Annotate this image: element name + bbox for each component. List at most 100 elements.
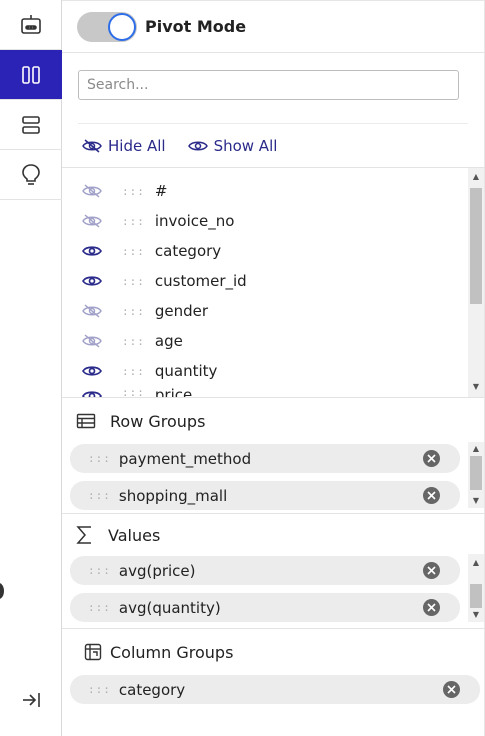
column-name: category [154,242,222,260]
drag-handle-icon[interactable]: ::: [122,365,145,378]
hide-all-button[interactable]: Hide All [82,137,166,155]
rows-icon [22,115,40,134]
drag-handle-icon[interactable]: ::: [122,335,145,348]
row-group-chip[interactable]: ::: payment_method [70,444,460,473]
search-wrap [62,53,484,123]
eye-slash-icon [82,138,102,153]
column-groups-title: Column Groups [110,642,234,662]
drag-handle-icon[interactable]: ::: [88,601,111,614]
remove-icon[interactable] [423,450,440,467]
scroll-up-arrow[interactable]: ▲ [468,556,484,570]
row-groups-section: Row Groups ::: payment_method ::: shoppi… [62,397,484,513]
chip-label: avg(quantity) [118,598,221,617]
drag-handle-icon[interactable]: ::: [122,185,145,198]
column-item[interactable]: ::: age [62,326,484,356]
visibility-bar: Hide All Show All [78,123,468,167]
show-all-button[interactable]: Show All [187,136,278,155]
rail-button-robot[interactable] [0,0,62,50]
drag-handle-icon[interactable]: ::: [88,683,111,696]
columns-tool-panel: Pivot Mode Hide All Show All :::#:::invo… [62,0,485,736]
column-item[interactable]: ::: category [62,236,484,266]
remove-icon[interactable] [423,487,440,504]
eye-slash-icon[interactable] [82,211,102,231]
column-name: customer_id [154,272,247,290]
sigma-icon [76,526,91,544]
column-name: price [154,386,193,397]
eye-icon [187,141,208,150]
values-scrollbar[interactable]: ▲ ▼ [468,554,484,622]
row-groups-header: Row Groups [62,398,484,444]
remove-icon[interactable] [443,681,460,698]
column-item[interactable]: ::: invoice_no [62,206,484,236]
eye-icon[interactable] [82,361,102,381]
remove-icon[interactable] [423,599,440,616]
pivot-mode-row: Pivot Mode [62,1,484,53]
scroll-up-arrow[interactable]: ▲ [468,442,484,456]
collapse-panel-button[interactable] [0,682,62,718]
rail-button-lightbulb[interactable] [0,150,62,200]
column-name: age [154,332,183,350]
pivot-mode-toggle[interactable] [77,11,137,42]
pivot-mode-label: Pivot Mode [145,17,247,36]
column-item[interactable]: ::: customer_id [62,266,484,296]
column-groups-header: Column Groups [62,629,484,675]
column-list: ::: #::: invoice_no::: category::: customer_… [62,167,484,397]
column-item[interactable]: ::: quantity [62,356,484,386]
eye-icon[interactable] [82,241,102,261]
eye-icon[interactable] [82,386,102,397]
eye-slash-icon[interactable] [82,331,102,351]
column-list-scrollbar[interactable]: ▲ ▼ [468,168,484,397]
robot-icon [21,14,41,34]
rail-button-columns[interactable] [0,50,62,100]
rail-button-rows[interactable] [0,100,62,150]
hide-all-label: Hide All [108,136,166,155]
search-input[interactable] [78,70,459,100]
values-header: Values [62,514,484,556]
pivot-icon [84,643,102,661]
drag-handle-icon[interactable]: ::: [122,275,145,288]
lightbulb-icon [22,163,40,185]
column-item[interactable]: ::: gender [62,296,484,326]
scroll-down-arrow[interactable]: ▼ [468,608,484,622]
drag-handle-icon[interactable]: ::: [122,386,145,397]
columns-icon [22,65,40,84]
values-section: Values ::: avg(price) ::: avg(quantity) … [62,513,484,628]
eye-slash-icon[interactable] [82,301,102,321]
side-rail [0,0,62,736]
value-chip[interactable]: ::: avg(quantity) [70,593,460,622]
collapse-panel-icon [23,693,40,707]
drag-handle-icon[interactable]: ::: [122,215,145,228]
row-groups-scrollbar[interactable]: ▲ ▼ [468,442,484,508]
eye-icon[interactable] [82,271,102,291]
drag-handle-icon[interactable]: ::: [122,245,145,258]
eye-slash-icon[interactable] [82,181,102,201]
remove-icon[interactable] [423,562,440,579]
scroll-up-arrow[interactable]: ▲ [468,170,484,184]
show-all-label: Show All [213,136,278,155]
column-item[interactable]: ::: # [62,176,484,206]
column-name: gender [154,302,209,320]
row-groups-icon [76,413,96,429]
drag-handle-icon[interactable]: ::: [122,305,145,318]
scroll-thumb[interactable] [470,584,482,608]
chip-label: shopping_mall [118,486,228,505]
column-list-items: ::: #::: invoice_no::: category::: customer_… [62,168,484,397]
scroll-thumb[interactable] [470,456,482,490]
column-group-chip[interactable]: ::: category [70,675,480,704]
drag-handle-icon[interactable]: ::: [88,489,111,502]
value-chip[interactable]: ::: avg(price) [70,556,460,585]
chip-label: avg(price) [118,561,196,580]
row-groups-title: Row Groups [110,411,206,431]
row-group-chip[interactable]: ::: shopping_mall [70,481,460,510]
chip-label: payment_method [118,449,252,468]
column-item[interactable]: ::: price [62,386,484,397]
scroll-down-arrow[interactable]: ▼ [468,494,484,508]
scroll-thumb[interactable] [470,188,482,304]
scroll-down-arrow[interactable]: ▼ [468,380,484,394]
drag-handle-icon[interactable]: ::: [88,564,111,577]
values-title: Values [108,525,161,545]
column-name: invoice_no [154,212,235,230]
drag-handle-icon[interactable]: ::: [88,452,111,465]
column-name: # [154,182,168,200]
column-groups-section: Column Groups ::: category [62,628,484,736]
